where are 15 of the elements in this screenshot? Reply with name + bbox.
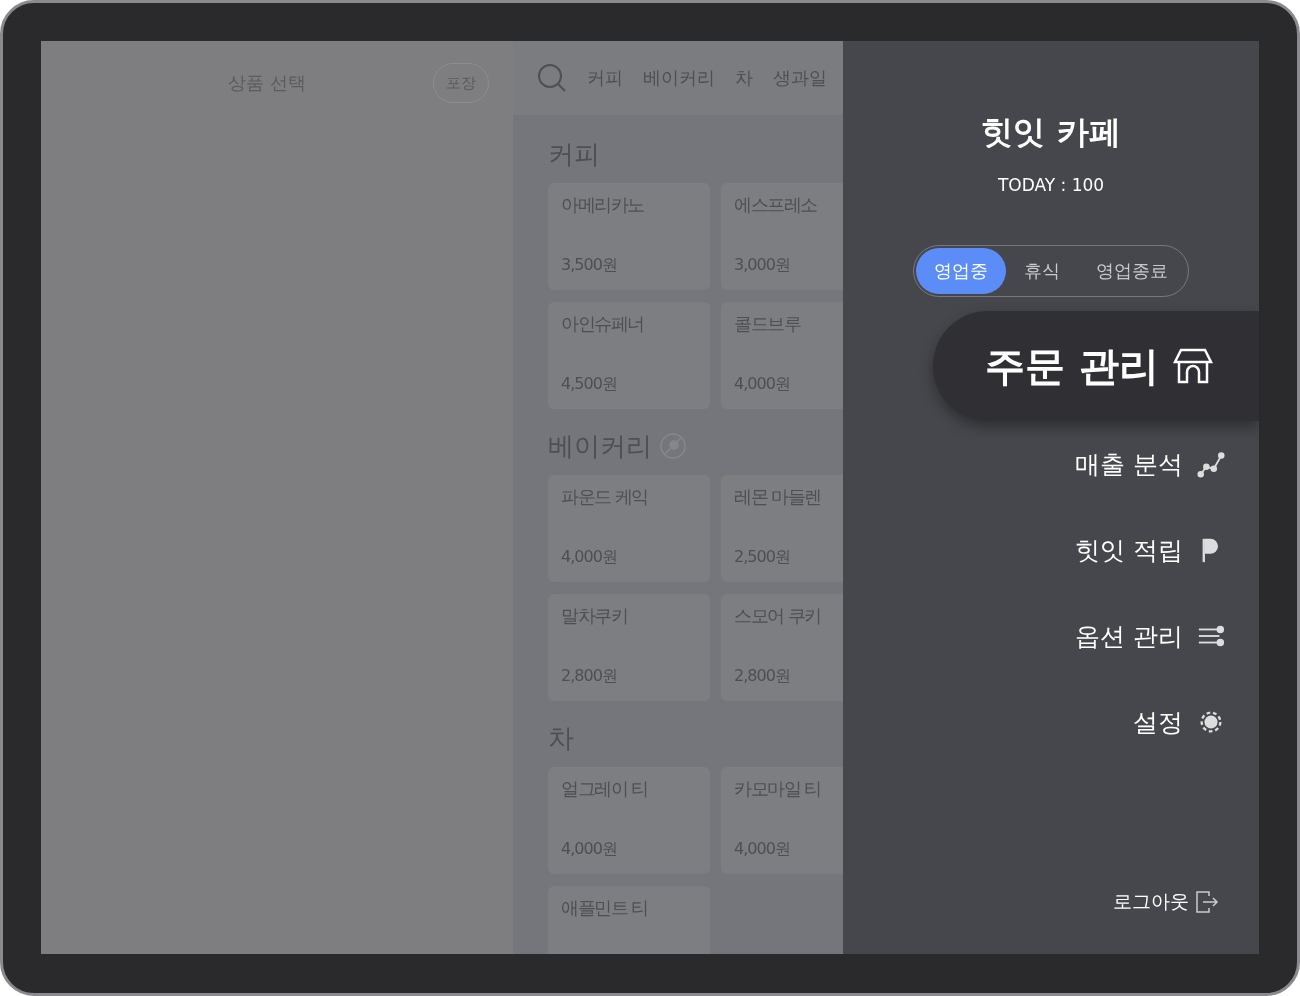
today-count: TODAY : 100 <box>997 175 1105 195</box>
logout-icon <box>1195 890 1219 914</box>
line-chart-icon <box>1197 450 1225 478</box>
search-icon[interactable] <box>537 63 567 93</box>
house-icon <box>1173 346 1213 386</box>
menu-item[interactable]: 힛잇 적립 <box>1069 507 1259 593</box>
menu-item[interactable]: 매출 분석 <box>1069 421 1259 507</box>
status-option[interactable]: 휴식 <box>1006 248 1078 294</box>
menu-item[interactable]: 옵션 관리 <box>1069 593 1259 679</box>
menu-item[interactable]: 설정 <box>1127 679 1259 765</box>
cafe-name: 힛잇 카페 <box>981 112 1121 153</box>
logout-button[interactable]: 로그아웃 <box>1107 888 1225 916</box>
status-option[interactable]: 영업종료 <box>1078 248 1186 294</box>
menu-item[interactable]: 주문 관리 <box>933 311 1259 421</box>
status-option[interactable]: 영업중 <box>916 248 1006 294</box>
